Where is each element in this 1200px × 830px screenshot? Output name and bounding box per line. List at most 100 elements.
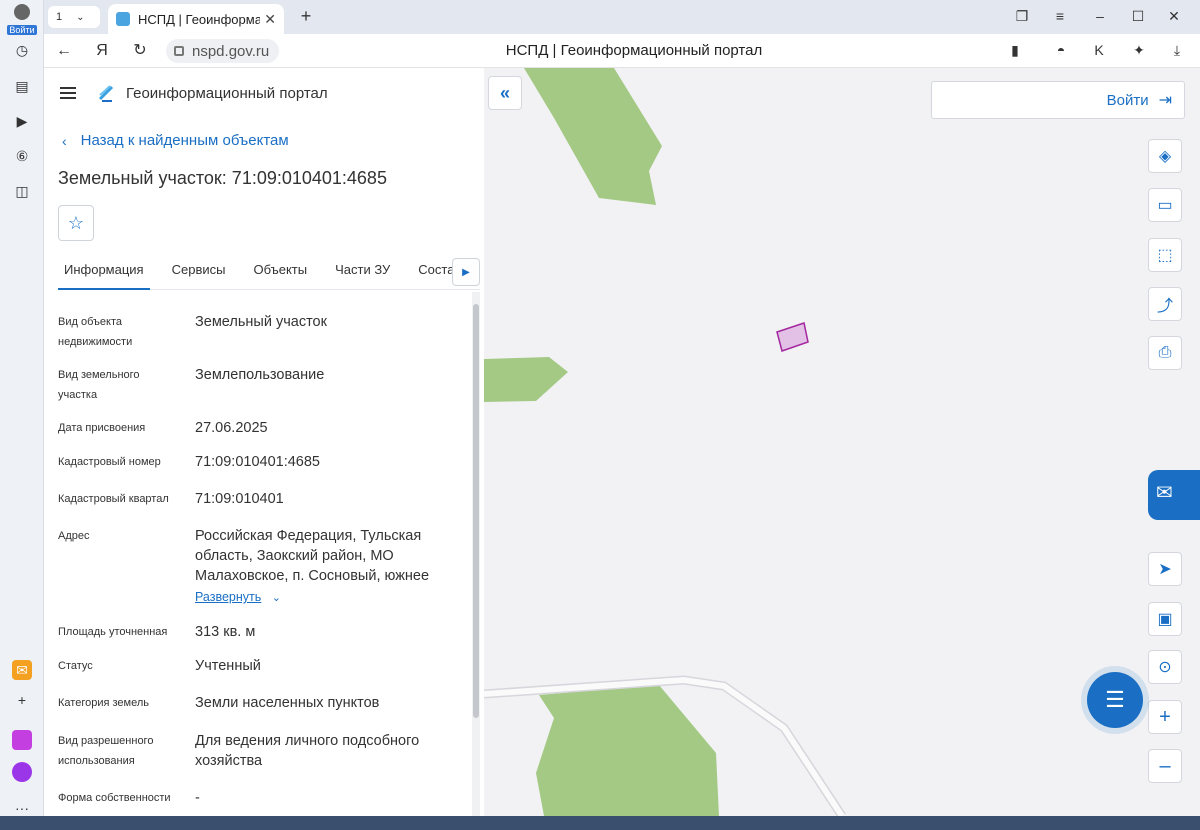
chat-icon: ☰	[1105, 687, 1125, 712]
caret-right-icon: ▶	[462, 266, 470, 278]
property-value: 71:09:010401:4685	[195, 454, 320, 470]
hamburger-menu-icon[interactable]	[60, 87, 76, 99]
mail-icon[interactable]: ✉	[12, 660, 32, 680]
k-extension-icon[interactable]: K	[1090, 42, 1108, 60]
zoom-in-button[interactable]: +	[1148, 700, 1182, 734]
property-value: Российская Федерация, Тульская область, …	[195, 528, 430, 584]
url-field[interactable]: nspd.gov.ru	[166, 39, 280, 63]
tab-counter[interactable]: 1 ⌄	[48, 6, 100, 28]
bookmarks-panel-icon[interactable]: ❐	[1012, 8, 1032, 25]
property-value: Учтенный	[195, 658, 261, 674]
reload-icon[interactable]: ↻	[130, 41, 150, 61]
zoom-in-icon: +	[1159, 705, 1171, 728]
back-icon[interactable]: ←	[54, 41, 74, 61]
bookmark-icon[interactable]: ▮	[1006, 42, 1024, 60]
lock-icon	[174, 46, 184, 56]
os-taskbar	[0, 816, 1200, 830]
feedback-tab[interactable]: ✉	[1148, 470, 1200, 520]
yandex-icon[interactable]: Я	[92, 41, 112, 61]
double-chevron-left-icon: «	[499, 82, 510, 103]
zoom-out-button[interactable]: –	[1148, 749, 1182, 783]
print-button[interactable]: ⎙	[1148, 336, 1182, 370]
object-title: Земельный участок: 71:09:010401:4685	[58, 168, 387, 188]
close-window-icon[interactable]: ✕	[1164, 8, 1184, 25]
minimize-icon[interactable]: –	[1090, 8, 1110, 24]
scrollbar-thumb[interactable]	[473, 304, 479, 718]
chevron-down-icon: ⌄	[76, 11, 85, 23]
menu-icon[interactable]: ≡	[1050, 8, 1070, 24]
tab-parts[interactable]: Части ЗУ	[329, 254, 396, 290]
expand-label: Развернуть	[195, 590, 262, 604]
panel-scrollbar[interactable]	[472, 292, 480, 816]
expand-link[interactable]: Развернуть ⌄	[195, 588, 281, 606]
share-button[interactable]: ⤴	[1148, 287, 1182, 321]
select-area-button[interactable]: ⬚	[1148, 238, 1182, 272]
map-login-button[interactable]: Войти ⇥	[931, 81, 1185, 119]
chevron-down-icon: ⌄	[271, 592, 281, 604]
maximize-icon[interactable]: ☐	[1128, 8, 1148, 25]
portal-logo-icon	[98, 85, 114, 102]
new-tab-button[interactable]: +	[296, 7, 316, 27]
extension-icon[interactable]: ◓	[1052, 42, 1070, 60]
map-view[interactable]: « Войти ⇥ ◈ ▭ ⬚ ⤴ ⎙ ✉ ➤ ▣ ⊙ + – ☰	[484, 68, 1200, 816]
browser-login-button[interactable]: Войти	[6, 4, 38, 35]
property-key: Категория земель	[58, 697, 149, 709]
property-value: -	[195, 790, 200, 806]
screenshot-icon[interactable]: ◫	[12, 181, 32, 201]
app-icon[interactable]	[12, 730, 32, 750]
star-icon: ☆	[67, 212, 85, 233]
locate-icon: ➤	[1158, 561, 1172, 578]
favorite-button[interactable]: ☆	[58, 205, 94, 241]
layers-button[interactable]: ◈	[1148, 139, 1182, 173]
back-to-results-link[interactable]: ‹ Назад к найденным объектам	[62, 132, 289, 149]
locate-button[interactable]: ➤	[1148, 552, 1182, 586]
property-key: Вид разрешенного использования	[58, 735, 154, 767]
collections-icon[interactable]: ▤	[12, 76, 32, 96]
browser-login-label: Войти	[7, 25, 37, 35]
minimap-button[interactable]: ▣	[1148, 602, 1182, 636]
property-key: Статус	[58, 660, 93, 672]
add-icon[interactable]: +	[12, 690, 32, 710]
zoom-out-icon: –	[1159, 754, 1171, 777]
download-icon[interactable]: ⤓	[1168, 42, 1186, 60]
alice-icon[interactable]	[12, 762, 32, 782]
property-value: Земли населенных пунктов	[195, 695, 380, 711]
property-value: Для ведения личного подсобного хозяйства	[195, 733, 420, 769]
chat-button[interactable]: ☰	[1087, 672, 1143, 728]
property-key: Кадастровый номер	[58, 456, 161, 468]
more-icon[interactable]: ···	[12, 798, 32, 818]
puzzle-icon[interactable]: ✦	[1130, 42, 1148, 60]
minimap-icon: ▣	[1157, 611, 1173, 628]
number-six-icon[interactable]: ⑥	[12, 146, 32, 166]
property-value: 71:09:010401	[195, 491, 284, 507]
tab-information[interactable]: Информация	[58, 254, 150, 290]
property-key: Форма собственности	[58, 792, 171, 804]
tab-title: НСПД | Геоинформац	[138, 11, 261, 27]
search-location-button[interactable]: ⊙	[1148, 650, 1182, 684]
property-value: 313 кв. м	[195, 624, 256, 640]
property-key: Вид объекта недвижимости	[58, 316, 133, 348]
tab-services[interactable]: Сервисы	[166, 254, 232, 290]
tab-count: 1	[56, 11, 63, 23]
address-bar: ← Я ↻ nspd.gov.ru НСПД | Геоинформационн…	[44, 34, 1200, 68]
property-key: Кадастровый квартал	[58, 493, 169, 505]
ruler-button[interactable]: ▭	[1148, 188, 1182, 222]
sign-in-icon: ⇥	[1158, 92, 1172, 109]
tab-objects[interactable]: Объекты	[247, 254, 313, 290]
tabs-next-button[interactable]: ▶	[452, 258, 480, 286]
ruler-icon: ▭	[1157, 197, 1173, 214]
collapse-panel-button[interactable]: «	[488, 76, 522, 110]
close-tab-icon[interactable]: ✕	[264, 11, 276, 28]
land-parcel[interactable]	[776, 322, 809, 352]
green-area	[524, 68, 662, 205]
history-icon[interactable]: ◷	[12, 40, 32, 60]
property-key: Адрес	[58, 530, 90, 542]
url-text: nspd.gov.ru	[192, 42, 270, 60]
site-favicon-icon	[116, 12, 130, 26]
user-icon	[14, 4, 30, 20]
play-icon[interactable]: ▶	[12, 111, 32, 131]
property-key: Площадь уточненная	[58, 626, 168, 638]
green-area	[536, 685, 719, 816]
browser-side-strip: Войти ◷ ▤ ▶ ⑥ ◫ ✉ + ···	[0, 0, 44, 830]
active-tab[interactable]: НСПД | Геоинформац ✕	[108, 4, 284, 34]
